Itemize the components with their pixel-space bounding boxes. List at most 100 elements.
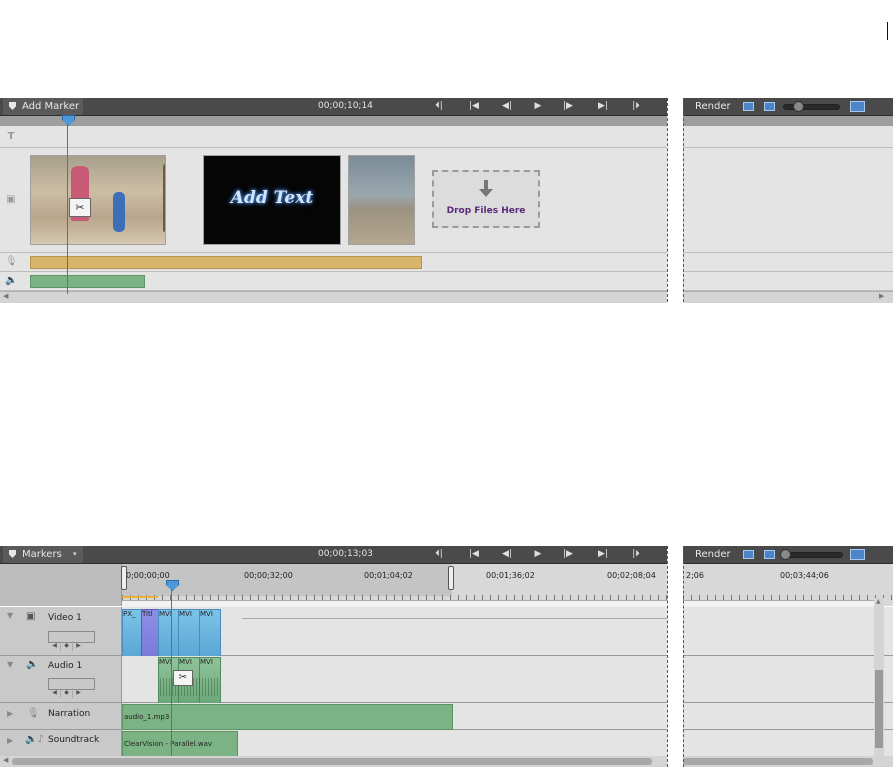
- expand-triangle-icon[interactable]: ▶: [7, 709, 13, 718]
- rendered-indicator: [122, 596, 158, 598]
- zoom-slider-knob[interactable]: [793, 101, 804, 112]
- narration-bar[interactable]: [30, 256, 422, 269]
- keyframe-navigator[interactable]: ◀ ◆ ▶: [48, 631, 95, 651]
- goto-start-button[interactable]: ⏴|: [430, 548, 448, 561]
- goto-end-button[interactable]: |⏵: [627, 100, 645, 113]
- zoom-slider[interactable]: [783, 104, 840, 110]
- work-area-end-handle[interactable]: [448, 566, 454, 590]
- horizontal-scrollbar-right[interactable]: ▶: [683, 291, 893, 303]
- prev-keyframe-icon[interactable]: ◀: [49, 641, 61, 651]
- clip-beach[interactable]: [348, 155, 415, 245]
- audio-bar[interactable]: [30, 275, 145, 288]
- render-header: Render: [683, 546, 893, 564]
- prev-keyframe-icon[interactable]: ◀: [49, 688, 61, 698]
- panel-divider: [667, 546, 668, 767]
- track-header-video-1[interactable]: ▼ ▣ Video 1 ◀ ◆ ▶: [0, 607, 122, 656]
- add-keyframe-icon[interactable]: ◆: [61, 641, 73, 651]
- clip-family-photo[interactable]: [30, 155, 166, 245]
- horizontal-scrollbar-right[interactable]: [683, 756, 893, 767]
- render-header: Render: [683, 98, 893, 116]
- ruler-track-end: [683, 600, 878, 607]
- scroll-right-icon[interactable]: ▶: [879, 292, 884, 300]
- next-edit-button[interactable]: ▶|: [594, 548, 612, 561]
- step-forward-button[interactable]: |▶: [559, 548, 577, 561]
- track-name: Audio 1: [48, 661, 83, 671]
- add-text-title: Add Text: [230, 188, 314, 208]
- video-clip[interactable]: Titl: [141, 609, 159, 657]
- zoom-slider[interactable]: [783, 552, 843, 558]
- expand-triangle-icon[interactable]: ▼: [7, 660, 13, 669]
- next-keyframe-icon[interactable]: ▶: [73, 688, 84, 698]
- zoom-slider-knob[interactable]: [780, 549, 791, 560]
- next-keyframe-icon[interactable]: ▶: [73, 641, 84, 651]
- horizontal-scrollbar[interactable]: ◀: [0, 291, 667, 303]
- panel-divider: [683, 98, 684, 302]
- arrow-down-icon: [479, 180, 493, 198]
- horizontal-scroll-thumb[interactable]: [12, 758, 652, 765]
- video-clip[interactable]: MVI: [199, 609, 221, 657]
- soundtrack-clip[interactable]: ClearVision - Parallel.wav: [122, 731, 238, 757]
- timecode: 00;00;10;14: [318, 101, 373, 111]
- expand-triangle-icon[interactable]: ▼: [7, 611, 13, 620]
- ruler-label: 00;00;32;00: [244, 571, 293, 580]
- prev-edit-button[interactable]: |◀: [465, 548, 483, 561]
- ruler-label: 00;01;36;02: [486, 571, 535, 580]
- track-header-audio-1[interactable]: ▼ 🔈 Audio 1 ◀ ◆ ▶: [0, 656, 122, 703]
- drop-files-label: Drop Files Here: [446, 206, 526, 216]
- prev-edit-button[interactable]: |◀: [465, 100, 483, 113]
- microphone-icon: 🎙: [27, 708, 40, 719]
- track-header-soundtrack[interactable]: ▶ 🔈♪ Soundtrack: [0, 730, 122, 757]
- zoom-out-button[interactable]: [743, 550, 754, 559]
- video-clip[interactable]: MVI: [178, 609, 200, 657]
- scissors-icon[interactable]: ✂: [173, 670, 193, 686]
- step-forward-button[interactable]: |▶: [559, 100, 577, 113]
- vertical-scroll-thumb[interactable]: [875, 670, 883, 748]
- step-back-button[interactable]: ◀|: [498, 100, 516, 113]
- track-header-narration[interactable]: ▶ 🎙 Narration: [0, 703, 122, 730]
- chevron-down-icon: ▾: [73, 550, 77, 558]
- work-area-start-handle[interactable]: [121, 566, 127, 590]
- track-name: Narration: [48, 709, 91, 719]
- audio-track-right: [683, 272, 893, 291]
- goto-start-button[interactable]: ⏴|: [430, 100, 448, 113]
- narration-track-right: [683, 703, 893, 730]
- add-marker-button[interactable]: Add Marker: [3, 98, 83, 115]
- play-button[interactable]: ▶: [529, 548, 547, 561]
- scrub-strip[interactable]: [0, 116, 667, 126]
- page-edge-mark: [887, 22, 888, 40]
- scroll-left-icon[interactable]: ◀: [3, 756, 8, 764]
- video-clip[interactable]: MVI: [158, 609, 179, 657]
- video-track-right: [683, 148, 893, 253]
- add-keyframe-icon[interactable]: ◆: [61, 688, 73, 698]
- markers-menu[interactable]: Markers ▾: [3, 546, 83, 563]
- ruler-label: 2;06: [686, 571, 704, 580]
- step-back-button[interactable]: ◀|: [498, 548, 516, 561]
- horizontal-scrollbar[interactable]: ◀: [0, 756, 667, 767]
- play-button[interactable]: ▶: [529, 100, 547, 113]
- zoom-in-button[interactable]: [764, 550, 775, 559]
- marker-icon: [9, 550, 16, 558]
- fit-button[interactable]: [850, 101, 865, 112]
- zoom-in-button[interactable]: [764, 102, 775, 111]
- clip-add-text[interactable]: Add Text: [203, 155, 341, 245]
- vertical-scrollbar[interactable]: ▲: [874, 598, 884, 756]
- music-icon: 🔈♪: [25, 734, 44, 745]
- video-clip[interactable]: PX_: [122, 609, 142, 657]
- scroll-up-icon[interactable]: ▲: [876, 598, 881, 605]
- next-edit-button[interactable]: ▶|: [594, 100, 612, 113]
- soundtrack-track-right: [683, 730, 893, 757]
- person-figure: [165, 201, 166, 241]
- keyframe-navigator[interactable]: ◀ ◆ ▶: [48, 678, 95, 698]
- markers-label: Markers: [22, 549, 62, 560]
- scroll-left-icon[interactable]: ◀: [3, 292, 8, 300]
- zoom-out-button[interactable]: [743, 102, 754, 111]
- goto-end-button[interactable]: |⏵: [627, 548, 645, 561]
- horizontal-scroll-thumb[interactable]: [683, 758, 873, 765]
- add-marker-label: Add Marker: [22, 101, 80, 112]
- expand-triangle-icon[interactable]: ▶: [7, 736, 13, 745]
- scissors-icon[interactable]: ✂: [69, 198, 91, 217]
- speaker-icon: 🔈: [5, 275, 18, 286]
- drop-files-zone[interactable]: Drop Files Here: [432, 170, 540, 228]
- fit-button[interactable]: [850, 549, 865, 560]
- panel-divider: [683, 546, 684, 767]
